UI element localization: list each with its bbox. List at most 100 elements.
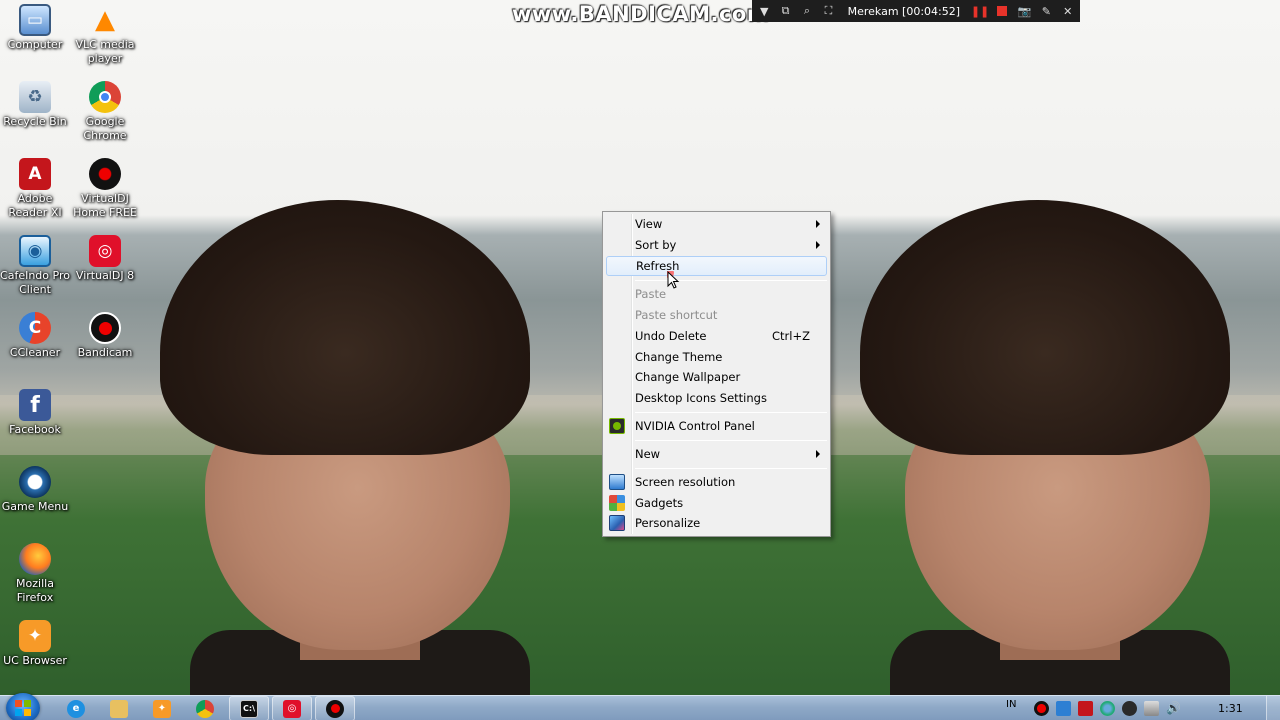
desktop-icon-label: Google Chrome: [83, 115, 127, 142]
desktop-icon-facebook[interactable]: f Facebook: [0, 389, 70, 437]
search-icon[interactable]: ⌕: [801, 4, 813, 18]
windows-logo-icon: [15, 700, 31, 716]
personalize-icon: [609, 515, 625, 531]
virtualdj8-icon: ◎: [89, 235, 121, 267]
desktop-icon-virtualdj8[interactable]: ◎ VirtualDJ 8: [70, 235, 140, 283]
uc-browser-icon: ✦: [19, 620, 51, 652]
desktop-icon-vlc[interactable]: ▲ VLC media player: [70, 4, 140, 66]
camera-icon[interactable]: 📷: [1017, 4, 1031, 18]
desktop-icon-computer[interactable]: ▭ Computer: [0, 4, 70, 52]
bandicam-watermark: www.BANDICAM.com: [512, 2, 770, 26]
taskbar-chrome[interactable]: [185, 696, 225, 720]
menu-item-label: Undo Delete: [635, 329, 707, 343]
mouse-cursor-icon: [667, 271, 680, 289]
facebook-icon: f: [19, 389, 51, 421]
menu-item-gadgets[interactable]: Gadgets: [606, 493, 827, 513]
computer-icon: ▭: [19, 4, 51, 36]
menu-item-paste-shortcut[interactable]: Paste shortcut: [606, 305, 827, 325]
menu-item-view[interactable]: View: [606, 214, 827, 234]
desktop-icon-label: Facebook: [9, 423, 61, 436]
submenu-arrow-icon: [816, 450, 820, 458]
tray-app-icon[interactable]: [1122, 701, 1137, 716]
desktop-icon-label: Mozilla Firefox: [16, 577, 54, 604]
bandicam-toolbar: ▼ ⧉ ⌕ ⛶ Merekam [00:04:52] ❚❚ 📷 ✎ ✕: [752, 0, 1080, 22]
region-select-icon[interactable]: ⛶: [822, 4, 834, 18]
start-button[interactable]: [6, 693, 40, 720]
desktop-icon-label: VirtualDJ Home FREE: [73, 192, 137, 219]
desktop-icon-recycle-bin[interactable]: ♻ Recycle Bin: [0, 81, 70, 129]
pause-icon[interactable]: ❚❚: [971, 4, 989, 18]
monitor-icon: [609, 474, 625, 490]
menu-item-change-theme[interactable]: Change Theme: [606, 347, 827, 367]
desktop-icon-virtualdj[interactable]: VirtualDJ Home FREE: [70, 158, 140, 220]
virtualdj-icon: [89, 158, 121, 190]
desktop-icon-chrome[interactable]: Google Chrome: [70, 81, 140, 143]
pencil-icon[interactable]: ✎: [1040, 4, 1052, 18]
desktop-icon-label: Game Menu: [1, 500, 69, 513]
bandicam-icon: [89, 312, 121, 344]
desktop-icon-firefox[interactable]: Mozilla Firefox: [0, 543, 70, 605]
uc-browser-icon: ✦: [153, 699, 171, 718]
desktop-icon-cafeindo[interactable]: ◉ CafeIndo Pro Client: [0, 235, 70, 297]
menu-item-undo-delete[interactable]: Undo Delete Ctrl+Z: [606, 326, 827, 346]
menu-item-screen-resolution[interactable]: Screen resolution: [606, 472, 827, 492]
folder-icon: [110, 699, 128, 718]
menu-item-label: Change Wallpaper: [635, 370, 741, 384]
menu-item-desktop-icons-settings[interactable]: Desktop Icons Settings: [606, 388, 827, 408]
submenu-arrow-icon: [816, 220, 820, 228]
vlc-icon: ▲: [95, 5, 115, 35]
window-mode-icon[interactable]: ⧉: [779, 4, 791, 18]
chrome-icon: [89, 81, 121, 113]
show-desktop-button[interactable]: [1266, 696, 1280, 720]
taskbar-file-explorer[interactable]: [99, 696, 139, 720]
clock[interactable]: 1:31: [1218, 702, 1243, 715]
menu-item-label: View: [635, 217, 663, 231]
firefox-icon: [19, 543, 51, 575]
desktop-icon-label: CafeIndo Pro Client: [0, 269, 70, 296]
menu-item-sort-by[interactable]: Sort by: [606, 235, 827, 255]
menu-item-change-wallpaper[interactable]: Change Wallpaper: [606, 367, 827, 387]
internet-explorer-icon: e: [67, 699, 85, 718]
cafeindo-tray-icon[interactable]: [1056, 701, 1071, 716]
desktop-icon-label: CCleaner: [9, 346, 61, 359]
desktop-icon-label: VLC media player: [75, 38, 135, 65]
menu-item-label: Desktop Icons Settings: [635, 391, 767, 405]
desktop-icon-game-menu[interactable]: Game Menu: [0, 466, 70, 514]
desktop-icon-label: Bandicam: [77, 346, 133, 359]
menu-item-label: New: [635, 447, 661, 461]
menu-item-personalize[interactable]: Personalize: [606, 513, 827, 533]
taskbar-bandicam[interactable]: [315, 696, 355, 720]
volume-icon[interactable]: 🔊: [1166, 701, 1181, 716]
desktop-icon-uc-browser[interactable]: ✦ UC Browser: [0, 620, 70, 668]
taskbar-virtualdj[interactable]: ◎: [272, 696, 312, 720]
menu-item-label: Paste: [635, 287, 667, 301]
close-icon[interactable]: ✕: [1062, 4, 1074, 18]
desktop-icon-adobe-reader[interactable]: A Adobe Reader XI: [0, 158, 70, 220]
menu-item-paste[interactable]: Paste: [606, 284, 827, 304]
taskbar-uc-browser[interactable]: ✦: [142, 696, 182, 720]
desktop-icon-bandicam[interactable]: Bandicam: [70, 312, 140, 360]
network-icon[interactable]: [1144, 701, 1159, 716]
adobe-reader-icon: A: [19, 158, 51, 190]
taskbar-internet-explorer[interactable]: e: [56, 696, 96, 720]
menu-item-new[interactable]: New: [606, 444, 827, 464]
menu-item-label: Change Theme: [635, 350, 723, 364]
menu-item-label: Sort by: [635, 238, 677, 252]
taskbar-command-prompt[interactable]: C:\: [229, 696, 269, 720]
nvidia-icon: [609, 418, 625, 434]
language-indicator[interactable]: IN: [1006, 699, 1016, 710]
bandicam-tray-icon[interactable]: [1034, 701, 1049, 716]
dropdown-icon[interactable]: ▼: [758, 4, 770, 18]
menu-item-nvidia-control-panel[interactable]: NVIDIA Control Panel: [606, 416, 827, 436]
desktop-icon-ccleaner[interactable]: C CCleaner: [0, 312, 70, 360]
command-prompt-icon: C:\: [240, 699, 258, 718]
desktop-icon-label: Computer: [7, 38, 63, 51]
update-tray-icon[interactable]: [1100, 701, 1115, 716]
menu-item-label: Personalize: [635, 516, 701, 530]
menu-item-refresh[interactable]: Refresh: [606, 256, 827, 276]
desktop-icon-label: VirtualDJ 8: [75, 269, 135, 282]
submenu-arrow-icon: [816, 241, 820, 249]
stop-icon[interactable]: [996, 4, 1008, 18]
recycle-bin-icon: ♻: [19, 81, 51, 113]
adobe-tray-icon[interactable]: [1078, 701, 1093, 716]
